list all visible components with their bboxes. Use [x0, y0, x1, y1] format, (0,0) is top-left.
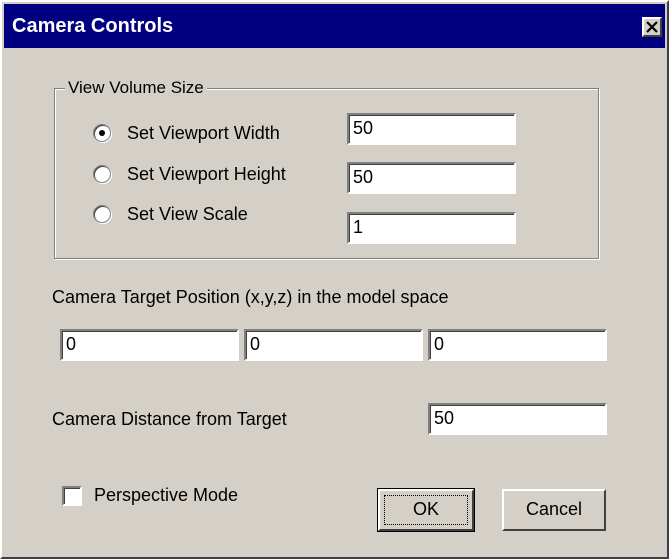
perspective-mode-label: Perspective Mode	[94, 485, 239, 505]
viewport-width-input[interactable]: 50	[347, 113, 516, 145]
target-z-input[interactable]: 0	[428, 329, 607, 361]
label-viewport-width: Set Viewport Width	[127, 123, 280, 143]
camera-controls-dialog: Camera Controls View Volume Size Set Vie…	[0, 0, 669, 559]
cancel-button-label: Cancel	[525, 499, 583, 519]
radio-viewport-width[interactable]	[93, 124, 111, 142]
radio-view-scale[interactable]	[93, 205, 111, 223]
target-x-input[interactable]: 0	[60, 329, 239, 361]
radio-viewport-height[interactable]	[93, 165, 111, 183]
target-y-input[interactable]: 0	[244, 329, 423, 361]
view-scale-input[interactable]: 1	[347, 212, 516, 244]
cancel-button[interactable]: Cancel	[502, 489, 606, 531]
window-title: Camera Controls	[12, 15, 174, 37]
viewport-height-input[interactable]: 50	[347, 162, 516, 194]
label-viewport-height: Set Viewport Height	[127, 164, 286, 184]
radio-selected-dot	[99, 130, 105, 136]
perspective-mode-checkbox[interactable]	[62, 486, 82, 506]
label-view-scale: Set View Scale	[127, 204, 248, 224]
ok-button-label: OK	[412, 499, 439, 519]
camera-distance-input[interactable]: 50	[428, 403, 607, 435]
close-button[interactable]	[642, 17, 662, 37]
view-volume-legend: View Volume Size	[65, 76, 207, 100]
camera-distance-label: Camera Distance from Target	[52, 409, 287, 429]
camera-target-label: Camera Target Position (x,y,z) in the mo…	[52, 287, 449, 307]
close-icon	[646, 21, 658, 33]
title-bar[interactable]: Camera Controls	[4, 4, 665, 48]
ok-button[interactable]: OK	[377, 488, 475, 532]
